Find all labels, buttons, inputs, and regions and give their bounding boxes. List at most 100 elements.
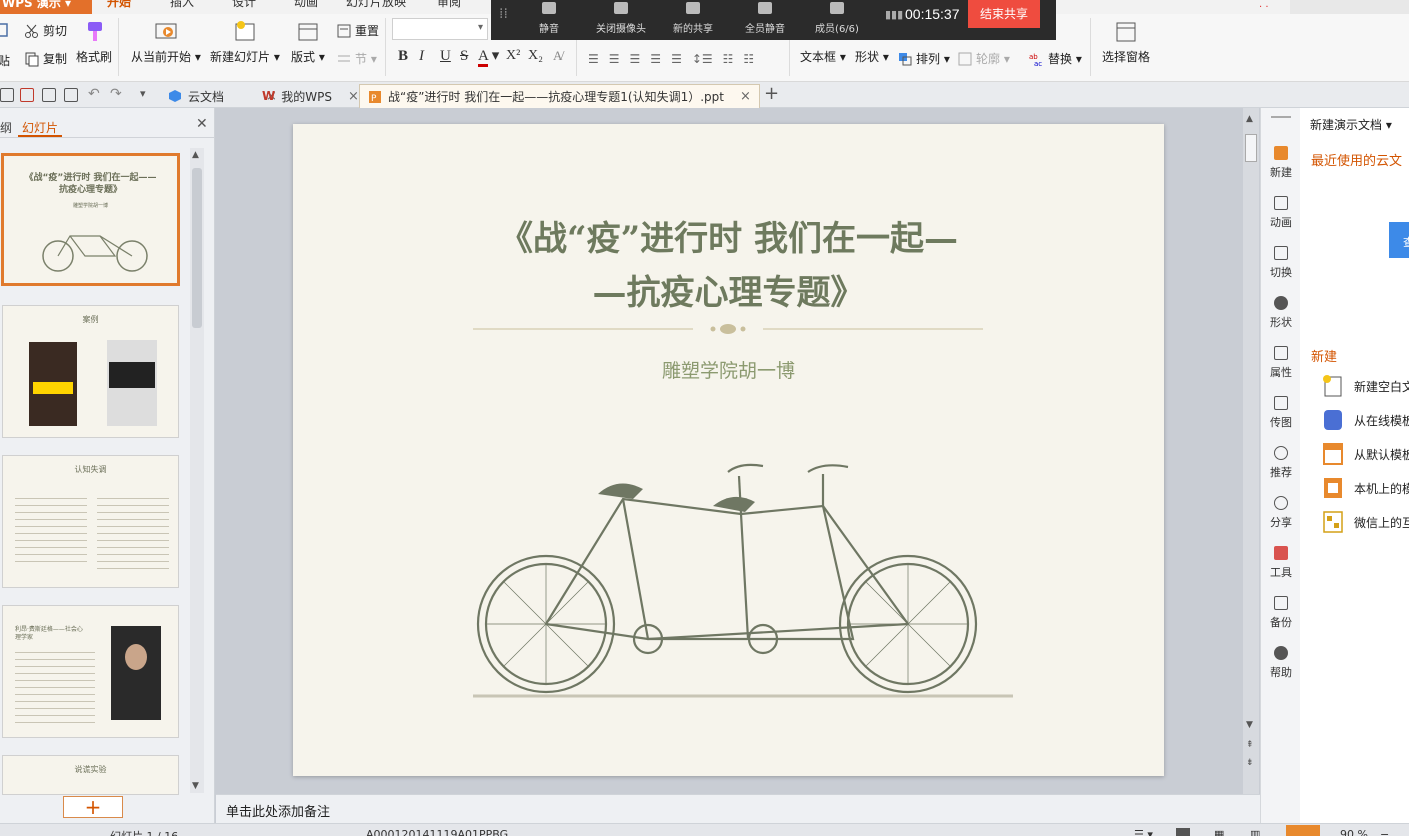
- from-current-button[interactable]: 从当前开始 ▾: [131, 20, 201, 65]
- pane-title[interactable]: 新建演示文档 ▾: [1310, 116, 1392, 133]
- subscript-icon[interactable]: X₂: [528, 48, 543, 64]
- play-slideshow-button[interactable]: [1286, 825, 1320, 836]
- reading-view-icon[interactable]: ▥: [1250, 828, 1260, 836]
- shape-pane-button[interactable]: 形状: [1261, 296, 1301, 330]
- clear-format-icon[interactable]: A̸: [553, 48, 562, 64]
- close-icon: ×: [347, 88, 359, 104]
- paragraph-align-group[interactable]: ☰ ☰ ☰ ☰ ☰ ↕☰ ☷ ☷: [588, 52, 754, 66]
- animation-pane-button[interactable]: 动画: [1261, 196, 1301, 230]
- notes-toggle-icon[interactable]: ☰ ▾: [1134, 828, 1153, 836]
- export-pdf-icon[interactable]: [20, 88, 34, 102]
- normal-view-icon[interactable]: [1176, 828, 1190, 836]
- mute-button[interactable]: 静音: [509, 0, 589, 35]
- outline-button[interactable]: 轮廓 ▾: [957, 50, 1010, 67]
- meeting-timer: 00:15:37: [905, 6, 960, 22]
- paste-icon: [0, 23, 8, 37]
- upload-image-button[interactable]: 传图: [1261, 396, 1301, 430]
- properties-pane-button[interactable]: 属性: [1261, 346, 1301, 380]
- members-button[interactable]: 成员(6/6): [797, 0, 877, 35]
- slide-thumb-4[interactable]: 利昂·费斯廷格——社会心理学家: [2, 605, 179, 738]
- online-template-item[interactable]: 从在线模板: [1322, 408, 1409, 432]
- slide-title[interactable]: 《战“疫”进行时 我们在一起— —抗疫心理专题》: [293, 212, 1164, 320]
- superscript-icon[interactable]: X²: [506, 48, 520, 64]
- tab-slideshow[interactable]: 幻灯片放映: [346, 0, 406, 10]
- drag-handle-icon[interactable]: ⁞⁞: [499, 6, 508, 22]
- close-panel-icon[interactable]: ✕: [196, 116, 208, 132]
- replace-icon: abac: [1029, 53, 1042, 67]
- selection-pane-button[interactable]: 选择窗格: [1102, 20, 1150, 65]
- notes-pane[interactable]: 单击此处添加备注: [216, 794, 1260, 823]
- italic-button[interactable]: I: [419, 48, 424, 65]
- window-controls[interactable]: [1290, 0, 1409, 14]
- tab-home[interactable]: 开始: [107, 0, 131, 10]
- font-color-button[interactable]: A ▾: [478, 46, 499, 67]
- save-icon[interactable]: [0, 88, 14, 102]
- local-template-item[interactable]: 本机上的模: [1322, 476, 1409, 500]
- backup-button[interactable]: 备份: [1261, 596, 1301, 630]
- slide-thumb-5[interactable]: 说谎实验: [2, 755, 179, 795]
- new-pane-button[interactable]: 新建: [1261, 146, 1301, 180]
- share-button[interactable]: 分享: [1261, 496, 1301, 530]
- view-button[interactable]: 查: [1389, 222, 1409, 258]
- cut-button[interactable]: 剪切: [24, 22, 67, 39]
- reset-button[interactable]: 重置: [336, 22, 379, 39]
- zoom-out-icon[interactable]: −: [1380, 828, 1389, 836]
- strikethrough-button[interactable]: S: [460, 48, 468, 65]
- recommend-button[interactable]: 推荐: [1261, 446, 1301, 480]
- document-tab-bar: ↶ ↷ ▾ 云文档 × W 我的WPS × P 战“疫”进行时 我们在一起——抗疫心…: [0, 82, 1409, 108]
- camera-off-button[interactable]: 关闭摄像头: [581, 0, 661, 35]
- font-name-select[interactable]: ▾: [392, 18, 488, 40]
- copy-button[interactable]: 复制: [24, 50, 67, 67]
- slide-thumb-1[interactable]: 《战“疫”进行时 我们在一起——抗疫心理专题》 雕塑学院胡一博: [1, 153, 180, 286]
- current-slide[interactable]: 《战“疫”进行时 我们在一起— —抗疫心理专题》 雕塑学院胡一博: [293, 124, 1164, 776]
- add-slide-button[interactable]: +: [63, 796, 123, 818]
- quick-access-more-icon[interactable]: ▾: [140, 87, 146, 100]
- arrange-button[interactable]: 排列 ▾: [897, 50, 950, 67]
- paste-label[interactable]: 贴: [0, 52, 10, 69]
- new-share-button[interactable]: 新的共享: [653, 0, 733, 35]
- help-button[interactable]: 帮助: [1261, 646, 1301, 680]
- sorter-view-icon[interactable]: ▦: [1214, 828, 1224, 836]
- tab-slides[interactable]: 幻灯片: [22, 119, 58, 136]
- paste-button[interactable]: [0, 22, 10, 38]
- format-painter-button[interactable]: 格式刷: [76, 20, 112, 65]
- slide-thumb-3[interactable]: 认知失调: [2, 455, 179, 588]
- thumbnail-scrollbar[interactable]: ▲ ▼: [190, 148, 204, 793]
- tab-insert[interactable]: 插入: [170, 0, 194, 10]
- undo-icon[interactable]: ↶: [88, 86, 100, 102]
- microphone-icon: [542, 2, 556, 14]
- properties-icon: [1274, 346, 1288, 360]
- slide-subtitle[interactable]: 雕塑学院胡一博: [293, 356, 1164, 383]
- tab-my-wps[interactable]: W 我的WPS ×: [254, 84, 367, 108]
- mute-all-button[interactable]: 全员静音: [725, 0, 805, 35]
- tab-animation[interactable]: 动画: [294, 0, 318, 10]
- section-button[interactable]: 节 ▾: [336, 50, 377, 67]
- online-template-icon: [1324, 410, 1342, 430]
- end-share-button[interactable]: 结束共享: [968, 0, 1040, 28]
- redo-icon[interactable]: ↷: [110, 86, 122, 102]
- bold-button[interactable]: B: [398, 48, 408, 65]
- print-preview-icon[interactable]: [64, 88, 78, 102]
- replace-button[interactable]: ab ac 替换 ▾: [1029, 50, 1082, 67]
- tab-current-document[interactable]: P 战“疫”进行时 我们在一起——抗疫心理专题1(认知失调1）.ppt ×: [359, 84, 760, 108]
- tab-design[interactable]: 设计: [232, 0, 256, 10]
- meeting-toolbar: ⁞⁞ 静音 关闭摄像头 新的共享 全员静音 成员(6/6) ▮▮▮ 00:15:…: [491, 0, 1056, 40]
- layout-button[interactable]: 版式 ▾: [291, 20, 325, 65]
- print-icon[interactable]: [42, 88, 56, 102]
- tab-outline[interactable]: 纲: [0, 119, 12, 136]
- underline-button[interactable]: U: [440, 48, 451, 65]
- tools-button[interactable]: 工具: [1261, 546, 1301, 580]
- new-tab-icon[interactable]: +: [764, 83, 779, 104]
- bio-text: [15, 646, 95, 726]
- slide-thumb-2[interactable]: 案例: [2, 305, 179, 438]
- animation-icon: [1274, 196, 1288, 210]
- default-template-item[interactable]: 从默认模板: [1322, 442, 1409, 466]
- tab-review[interactable]: 审阅: [437, 0, 461, 10]
- transition-pane-button[interactable]: 切换: [1261, 246, 1301, 280]
- canvas-scrollbar[interactable]: ▲ ▼ ⇞ ⇟: [1243, 108, 1259, 794]
- new-blank-item[interactable]: 新建空白文: [1322, 374, 1409, 398]
- zoom-level[interactable]: 90 %: [1340, 828, 1368, 836]
- new-slide-button[interactable]: 新建幻灯片 ▾: [210, 20, 280, 65]
- wechat-item[interactable]: 微信上的互: [1322, 510, 1409, 534]
- app-logo[interactable]: WPS 演示 ▾: [0, 0, 92, 14]
